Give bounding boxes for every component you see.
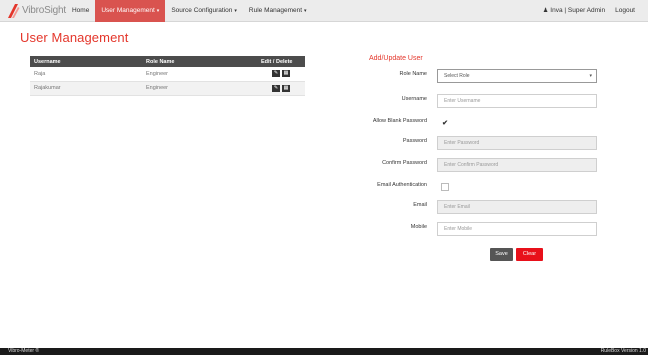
email-authentication-checkbox[interactable]: [441, 183, 449, 191]
save-button[interactable]: Save: [490, 248, 513, 261]
header-role-name: Role Name: [142, 56, 257, 67]
confirm-password-label: Confirm Password: [382, 160, 427, 166]
form-row-email: Email Enter Email: [0, 200, 648, 214]
footer-brand: Vibro-Meter ®: [8, 348, 40, 354]
email-authentication-label: Email Authentication: [377, 182, 427, 188]
table-row[interactable]: Rajakumar Engineer ✎ ▦: [30, 81, 305, 96]
brand-name: VibroSight: [22, 5, 66, 16]
email-input[interactable]: Enter Email: [437, 200, 597, 214]
role-select-value: Select Role: [444, 73, 470, 79]
username-input[interactable]: Enter Username: [437, 94, 597, 108]
footer: Vibro-Meter ® RuleBox Version 1.0: [0, 348, 648, 355]
form-row-username: Username Enter Username: [0, 94, 648, 108]
mobile-input[interactable]: Enter Mobile: [437, 222, 597, 236]
header-username: Username: [30, 56, 142, 67]
nav-rule-management[interactable]: Rule Management ▾: [243, 0, 313, 22]
password-label: Password: [402, 138, 427, 144]
top-navbar: VibroSight Home User Management ▾ Source …: [0, 0, 648, 22]
cell-actions: ✎ ▦: [257, 81, 305, 96]
pencil-icon[interactable]: ✎: [272, 84, 280, 92]
header-edit-delete: Edit / Delete: [257, 56, 305, 67]
form-row-confirm-password: Confirm Password Enter Confirm Password: [0, 158, 648, 172]
nav-home[interactable]: Home: [66, 0, 95, 22]
mobile-label: Mobile: [410, 224, 427, 230]
role-select[interactable]: Select Role ▾: [437, 69, 597, 83]
caret-down-icon: ▾: [234, 7, 237, 14]
nav-source-configuration[interactable]: Source Configuration ▾: [165, 0, 243, 22]
cell-role: Engineer: [142, 81, 257, 96]
role-name-label: Role Name: [399, 71, 427, 77]
confirm-password-input[interactable]: Enter Confirm Password: [437, 158, 597, 172]
brand[interactable]: VibroSight: [6, 0, 66, 22]
caret-down-icon: ▾: [156, 7, 160, 14]
email-label: Email: [413, 202, 427, 208]
form-row-password: Password Enter Password: [0, 136, 648, 150]
form-row-email-auth: Email Authentication: [0, 180, 648, 194]
cell-username: Rajakumar: [30, 81, 142, 96]
allow-blank-password-checkbox[interactable]: ✔: [441, 119, 449, 127]
nav-user-profile[interactable]: ♟ Inva | Super Admin: [538, 0, 610, 22]
page-title: User Management: [20, 30, 129, 45]
username-label: Username: [401, 96, 427, 102]
logout-link[interactable]: Logout: [610, 0, 640, 22]
chevron-down-icon: ▾: [589, 73, 592, 79]
nav-user-management[interactable]: User Management ▾: [95, 0, 166, 22]
caret-down-icon: ▾: [304, 7, 307, 14]
form-row-mobile: Mobile Enter Mobile: [0, 222, 648, 236]
table-header-row: Username Role Name Edit / Delete: [30, 56, 305, 67]
trash-icon[interactable]: ▦: [282, 84, 290, 92]
vibrosight-logo-icon: [8, 3, 20, 18]
form-row-role: Role Name Select Role ▾: [0, 69, 648, 83]
clear-button[interactable]: Clear: [516, 248, 543, 261]
form-title: Add/Update User: [369, 55, 423, 62]
password-input[interactable]: Enter Password: [437, 136, 597, 150]
user-icon: ♟: [542, 7, 549, 14]
allow-blank-password-label: Allow Blank Password: [372, 118, 427, 124]
form-row-allow-blank: Allow Blank Password ✔: [0, 116, 648, 130]
footer-version: RuleBox Version 1.0: [600, 348, 646, 354]
